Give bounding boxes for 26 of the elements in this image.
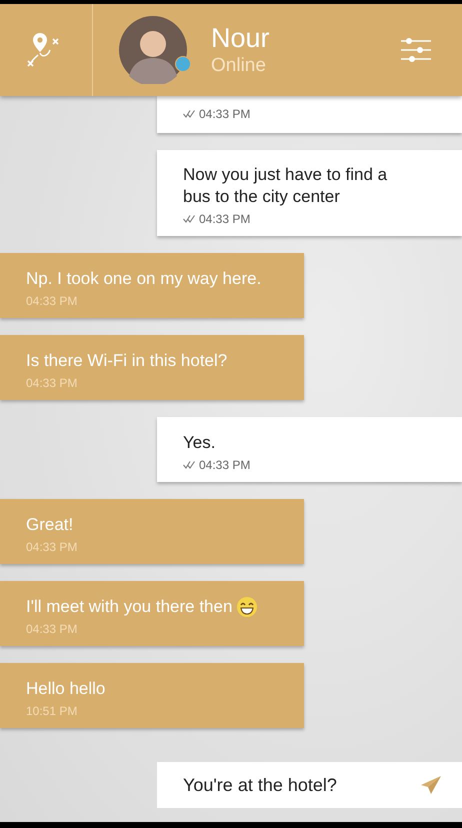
message-input[interactable]: You're at the hotel?: [157, 762, 420, 808]
message-time: 04:33 PM: [199, 212, 250, 226]
message-text: I'll meet with you there then: [26, 596, 232, 618]
message-time: 04:33 PM: [26, 622, 78, 636]
message-text: Is there Wi-Fi in this hotel?: [26, 350, 228, 372]
send-icon: [420, 775, 442, 795]
message-text: Yes.: [183, 432, 216, 454]
message-time: 04:33 PM: [26, 294, 78, 308]
settings-button[interactable]: [400, 37, 432, 63]
double-check-icon: [183, 215, 195, 223]
avatar: [119, 16, 187, 84]
message-text: Hello hello: [26, 678, 106, 700]
message-time: 04:33 PM: [199, 458, 250, 472]
message-text: Now you just have to find a bus to the city center: [183, 164, 388, 208]
send-button[interactable]: [420, 762, 462, 808]
double-check-icon: [183, 110, 195, 118]
message-time: 10:51 PM: [26, 704, 78, 718]
contact-name: Nour: [211, 22, 271, 54]
message-text: Np. I took one on my way here.: [26, 268, 262, 290]
message-time: 04:33 PM: [26, 376, 78, 390]
double-check-icon: [183, 460, 195, 468]
contact-status: Online: [211, 54, 267, 78]
message-time: 04:33 PM: [26, 540, 78, 554]
message-text: Great!: [26, 514, 74, 536]
message-time: 04:33 PM: [199, 106, 250, 120]
sliders-icon: [400, 37, 432, 63]
